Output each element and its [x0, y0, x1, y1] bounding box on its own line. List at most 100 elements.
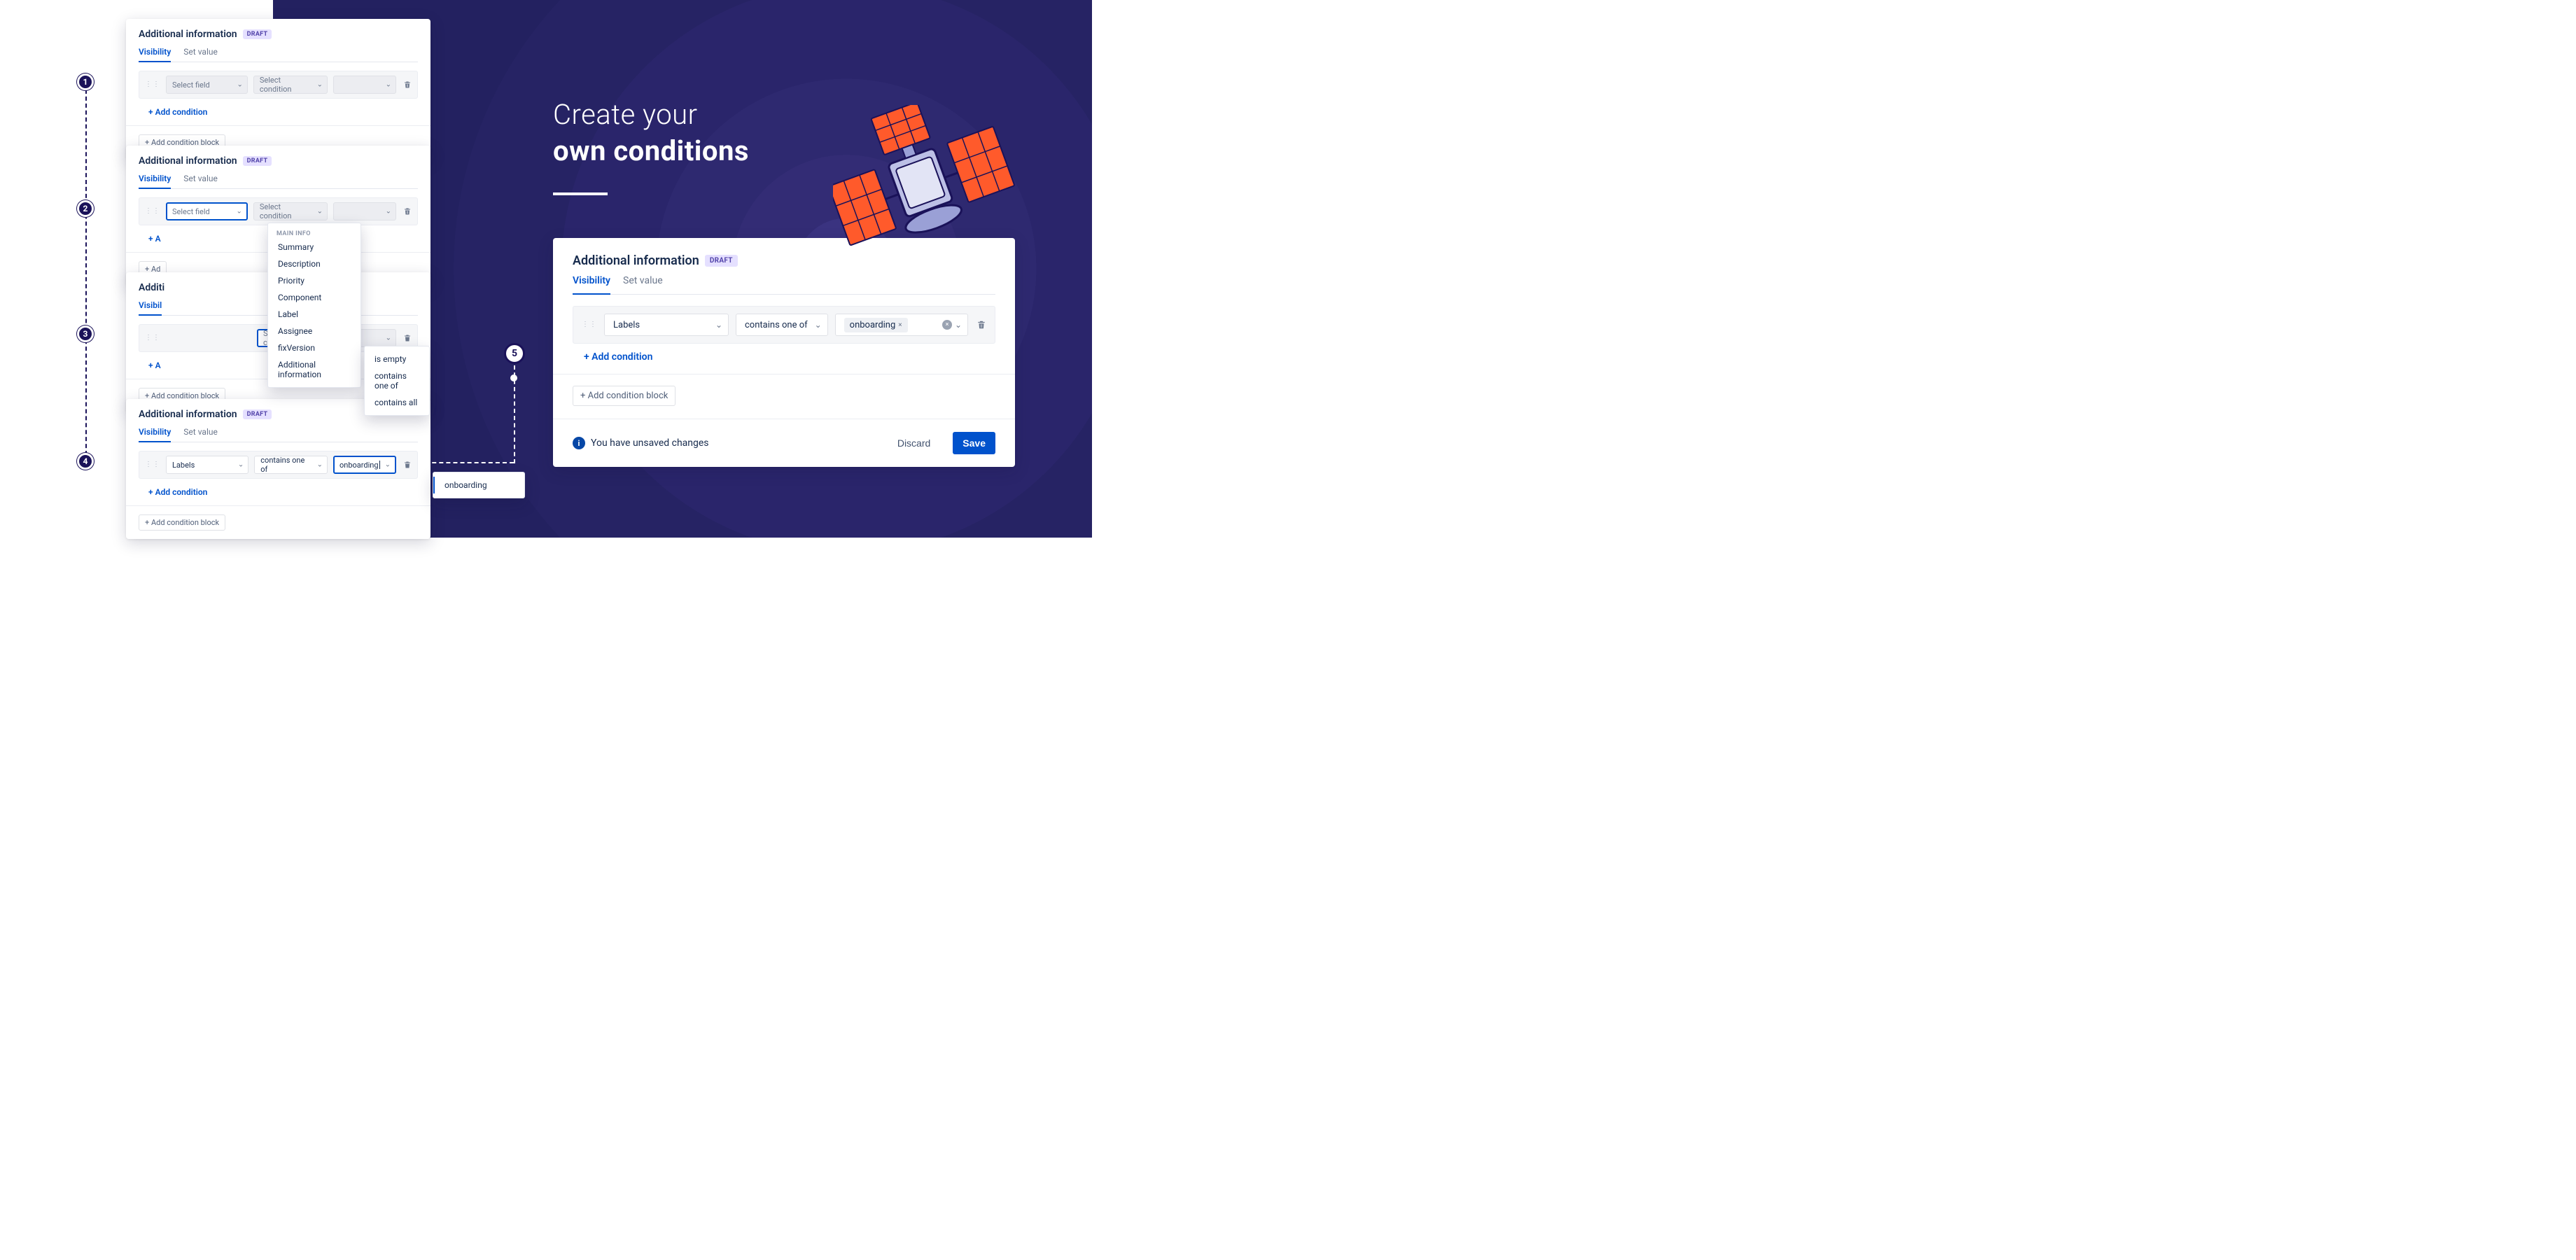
- chevron-down-icon: ⌄: [237, 208, 242, 216]
- field-option[interactable]: Description: [268, 255, 360, 272]
- condition-row: ⋮⋮ Select field ⌄ Select condition ⌄ ⌄: [139, 71, 418, 99]
- field-select[interactable]: Select field ⌄: [166, 202, 248, 220]
- draft-badge: DRAFT: [705, 255, 738, 267]
- draft-badge: DRAFT: [243, 29, 272, 39]
- value-select[interactable]: ⌄: [333, 76, 396, 94]
- drag-handle-icon[interactable]: ⋮⋮: [582, 323, 597, 327]
- condition-dropdown: is emptycontains one ofcontains all: [364, 346, 430, 416]
- connector-dot: [510, 374, 517, 382]
- suggestion-option[interactable]: onboarding: [433, 477, 524, 493]
- add-condition-link[interactable]: + A: [148, 360, 161, 370]
- value-select[interactable]: ⌄: [333, 202, 396, 220]
- trash-icon[interactable]: [403, 80, 412, 90]
- discard-button[interactable]: Discard: [888, 432, 940, 454]
- dropdown-group-label: MAIN INFO: [268, 227, 360, 239]
- trash-icon[interactable]: [403, 460, 412, 470]
- tab-set-value[interactable]: Set value: [183, 174, 218, 188]
- chevron-down-icon: ⌄: [317, 81, 323, 89]
- chevron-down-icon: ⌄: [385, 461, 391, 469]
- field-select[interactable]: Labels ⌄: [604, 314, 729, 336]
- info-icon: i: [573, 437, 585, 449]
- add-condition-block-button[interactable]: + Add condition block: [139, 514, 225, 531]
- condition-select[interactable]: contains one of ⌄: [254, 456, 328, 474]
- heading-line2: own conditions: [553, 134, 749, 167]
- draft-badge: DRAFT: [243, 156, 272, 166]
- value-select[interactable]: onboarding × × ⌄: [835, 314, 968, 336]
- step-badge-2: 2: [77, 200, 94, 217]
- step-badge-3: 3: [77, 326, 94, 342]
- page-heading: Create your own conditions: [553, 97, 749, 169]
- save-button[interactable]: Save: [953, 432, 995, 454]
- satellite-illustration: [833, 105, 1015, 280]
- condition-value: contains one of: [260, 456, 312, 474]
- condition-value: contains one of: [745, 320, 808, 330]
- tab-visibility[interactable]: Visibility: [139, 47, 171, 62]
- chip-remove-icon[interactable]: ×: [898, 321, 902, 329]
- field-placeholder: Select field: [172, 207, 210, 216]
- text-cursor: [379, 461, 380, 469]
- card-step-4: Additional information DRAFT Visibility …: [126, 399, 430, 539]
- field-select[interactable]: Labels ⌄: [166, 456, 248, 474]
- add-condition-link[interactable]: + Add condition: [584, 351, 652, 363]
- condition-option[interactable]: contains all: [365, 394, 429, 411]
- condition-option[interactable]: contains one of: [365, 368, 429, 394]
- chevron-down-icon: ⌄: [237, 81, 243, 89]
- field-option[interactable]: Component: [268, 289, 360, 306]
- chevron-down-icon: ⌄: [386, 81, 391, 89]
- condition-option[interactable]: is empty: [365, 351, 429, 368]
- chevron-down-icon: ⌄: [386, 208, 391, 216]
- chevron-down-icon: ⌄: [715, 320, 722, 330]
- drag-handle-icon[interactable]: ⋮⋮: [145, 336, 160, 340]
- trash-icon[interactable]: [403, 333, 412, 343]
- card-title: Additional information: [139, 409, 237, 420]
- tab-set-value[interactable]: Set value: [183, 47, 218, 62]
- add-condition-link[interactable]: + A: [148, 234, 161, 244]
- add-condition-link[interactable]: + Add condition: [148, 107, 207, 117]
- field-value: Labels: [613, 320, 640, 330]
- trash-icon[interactable]: [976, 319, 986, 330]
- field-option[interactable]: Assignee: [268, 323, 360, 340]
- chevron-down-icon: ⌄: [238, 461, 244, 469]
- card-step-1: Additional information DRAFT Visibility …: [126, 19, 430, 159]
- heading-line1: Create your: [553, 98, 698, 131]
- chevron-down-icon: ⌄: [386, 335, 391, 342]
- condition-select[interactable]: Select condition ⌄: [253, 202, 328, 220]
- step-badge-1: 1: [77, 74, 94, 90]
- field-option[interactable]: Additional information: [268, 356, 360, 383]
- condition-select[interactable]: Select condition ⌄: [253, 76, 328, 94]
- tab-visibility[interactable]: Visibil: [139, 300, 162, 316]
- field-option[interactable]: Label: [268, 306, 360, 323]
- chevron-down-icon: ⌄: [955, 320, 962, 330]
- add-condition-link[interactable]: + Add condition: [148, 487, 207, 497]
- drag-handle-icon[interactable]: ⋮⋮: [145, 463, 160, 467]
- heading-underline: [553, 192, 608, 195]
- chevron-down-icon: ⌄: [317, 208, 323, 216]
- drag-handle-icon[interactable]: ⋮⋮: [145, 83, 160, 87]
- tab-visibility[interactable]: Visibility: [573, 275, 610, 295]
- value-typed: onboarding: [340, 461, 379, 470]
- condition-select[interactable]: contains one of ⌄: [736, 314, 828, 336]
- tab-visibility[interactable]: Visibility: [139, 174, 171, 189]
- tab-set-value[interactable]: Set value: [623, 275, 663, 294]
- tab-set-value[interactable]: Set value: [183, 427, 218, 442]
- field-option[interactable]: fixVersion: [268, 340, 360, 356]
- clear-icon[interactable]: ×: [942, 320, 952, 330]
- field-option[interactable]: Summary: [268, 239, 360, 255]
- field-placeholder: Select field: [172, 80, 210, 90]
- field-option[interactable]: Priority: [268, 272, 360, 289]
- tab-visibility[interactable]: Visibility: [139, 427, 171, 442]
- trash-icon[interactable]: [403, 206, 412, 216]
- chip-label: onboarding: [850, 320, 896, 330]
- field-select[interactable]: Select field ⌄: [166, 76, 248, 94]
- drag-handle-icon[interactable]: ⋮⋮: [145, 209, 160, 214]
- add-condition-block-button[interactable]: + Add condition block: [573, 386, 676, 406]
- card-title: Additi: [139, 282, 164, 293]
- card-title: Additional information: [139, 29, 237, 40]
- value-input[interactable]: onboarding ⌄: [333, 456, 396, 474]
- step-badge-5: 5: [504, 343, 525, 364]
- step-connector-vertical: [85, 90, 87, 455]
- field-value: Labels: [172, 461, 195, 470]
- unsaved-changes-notice: i You have unsaved changes: [573, 437, 709, 449]
- chevron-down-icon: ⌄: [317, 461, 323, 469]
- field-dropdown: MAIN INFO SummaryDescriptionPriorityComp…: [267, 223, 361, 388]
